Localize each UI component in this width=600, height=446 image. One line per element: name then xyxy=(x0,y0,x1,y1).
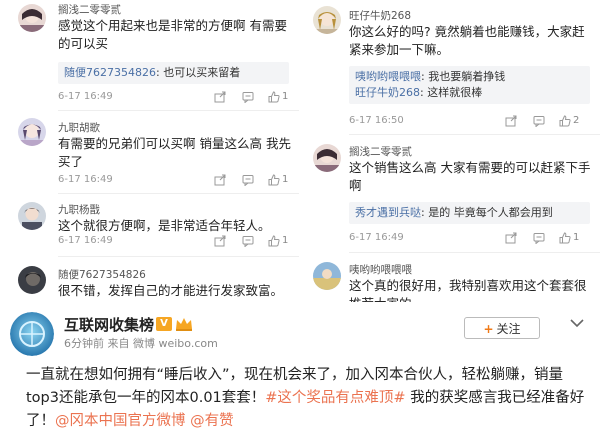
comment-text: 你这么好的吗? 竟然躺着也能赚钱，大家赶紧来参加一下嘛。 xyxy=(349,24,585,57)
comment-username[interactable]: 旺仔牛奶268 xyxy=(349,8,411,23)
comment-time: 6-17 16:49 xyxy=(349,232,404,243)
reply-text: : 是的 毕竟每个人都会用到 xyxy=(421,206,553,219)
reply-username[interactable]: 咦哟哟喂喂喂 xyxy=(355,70,421,83)
avatar[interactable] xyxy=(18,266,46,294)
comment-collage: 搁浅二零零贰 感觉这个用起来也是非常的方便啊 有需要的可以买 随便7627354… xyxy=(0,0,600,302)
chevron-down-icon[interactable] xyxy=(570,318,584,328)
like-count: 1 xyxy=(573,232,580,243)
mention-link[interactable]: @有赞 xyxy=(186,413,234,429)
mention-link[interactable]: @冈本中国官方微博 xyxy=(55,413,186,429)
comment-time: 6-17 16:49 xyxy=(58,91,113,102)
follow-label: 关注 xyxy=(496,322,521,336)
follow-button[interactable]: + 关注 xyxy=(464,317,540,339)
avatar[interactable] xyxy=(18,4,46,32)
comment-time: 6-17 16:50 xyxy=(349,115,404,126)
account-name[interactable]: 互联网收集榜 xyxy=(64,314,154,335)
reply-text: : 这样就很棒 xyxy=(420,86,483,99)
reply-text: : 我也要躺着挣钱 xyxy=(421,70,506,83)
like-count: 1 xyxy=(282,174,289,185)
post-body: 一直就在想如何拥有“睡后收入”，现在机会来了，加入冈本合伙人，轻松躺赚，销量to… xyxy=(26,364,588,433)
comments-column-right: 旺仔牛奶268 你这么好的吗? 竟然躺着也能赚钱，大家赶紧来参加一下嘛。 咦哟哟… xyxy=(301,0,600,302)
comment-reply: 秀才遇到兵哒: 是的 毕竟每个人都会用到 xyxy=(349,202,590,224)
divider xyxy=(58,110,299,111)
like-icon[interactable] xyxy=(268,174,280,186)
avatar[interactable] xyxy=(313,144,341,172)
reply-text: : 也可以买来留着 xyxy=(156,66,241,79)
comment-icon[interactable] xyxy=(533,115,545,127)
share-icon[interactable] xyxy=(214,235,226,247)
avatar[interactable] xyxy=(313,6,341,34)
reply-username[interactable]: 旺仔牛奶268 xyxy=(355,86,420,99)
divider xyxy=(349,252,600,253)
like-icon[interactable] xyxy=(559,115,571,127)
comment-icon[interactable] xyxy=(533,232,545,244)
comment-username[interactable]: 九职胡歌 xyxy=(58,120,100,135)
comment-meta: 6-17 16:49 1 xyxy=(58,174,289,188)
comment-text: 这个真的很好用，我特别喜欢用这个套套很推荐大家的 xyxy=(349,278,587,302)
comment-username[interactable]: 搁浅二零零贰 xyxy=(58,2,121,17)
comment-username[interactable]: 咦哟哟喂喂喂 xyxy=(349,262,412,277)
comment-text: 有需要的兄弟们可以买啊 销量这么高 我先买了 xyxy=(58,136,291,169)
like-count: 2 xyxy=(573,115,580,126)
like-icon[interactable] xyxy=(268,91,280,103)
like-count: 1 xyxy=(282,91,289,102)
divider xyxy=(349,134,600,135)
like-count: 1 xyxy=(282,235,289,246)
comment-username[interactable]: 搁浅二零零贰 xyxy=(349,144,412,159)
avatar[interactable] xyxy=(18,202,46,230)
account-avatar[interactable] xyxy=(10,312,54,356)
comment-text: 这个销售这么高 大家有需要的可以赶紧下手啊 xyxy=(349,160,591,193)
comment-meta: 6-17 16:49 1 xyxy=(349,232,590,246)
comment-text: 这个就很方便啊，是非常适合年轻人。 xyxy=(58,218,271,233)
like-icon[interactable] xyxy=(268,235,280,247)
verified-badge: V xyxy=(156,317,172,331)
share-icon[interactable] xyxy=(505,115,517,127)
comment-icon[interactable] xyxy=(242,174,254,186)
vip-crown-icon xyxy=(176,318,192,331)
share-icon[interactable] xyxy=(505,232,517,244)
divider xyxy=(58,256,299,257)
post-time-source: 6分钟前 来自 微博 weibo.com xyxy=(64,337,218,350)
comment-username[interactable]: 九职杨戬 xyxy=(58,202,100,217)
divider xyxy=(58,193,299,194)
comment-meta: 6-17 16:50 2 xyxy=(349,115,590,129)
comment-reply: 随便7627354826: 也可以买来留着 xyxy=(58,62,289,84)
avatar[interactable] xyxy=(313,262,341,290)
hashtag-link[interactable]: #这个奖品有点难顶# xyxy=(265,390,405,406)
comment-icon[interactable] xyxy=(242,235,254,247)
comment-icon[interactable] xyxy=(242,91,254,103)
comment-time: 6-17 16:49 xyxy=(58,174,113,185)
comments-column-left: 搁浅二零零贰 感觉这个用起来也是非常的方便啊 有需要的可以买 随便7627354… xyxy=(0,0,299,302)
comment-meta: 6-17 16:49 1 xyxy=(58,235,289,249)
comment-text: 感觉这个用起来也是非常的方便啊 有需要的可以买 xyxy=(58,18,287,51)
reply-line: 咦哟哟喂喂喂: 我也要躺着挣钱 xyxy=(355,69,584,85)
share-icon[interactable] xyxy=(214,91,226,103)
comment-meta: 6-17 16:49 1 xyxy=(58,91,289,105)
follow-plus-icon: + xyxy=(483,322,494,336)
comment-reply: 咦哟哟喂喂喂: 我也要躺着挣钱 旺仔牛奶268: 这样就很棒 xyxy=(349,66,590,104)
comment-username[interactable]: 随便7627354826 xyxy=(58,267,146,282)
share-icon[interactable] xyxy=(214,174,226,186)
like-icon[interactable] xyxy=(559,232,571,244)
reply-username[interactable]: 随便7627354826 xyxy=(64,66,156,79)
reply-username[interactable]: 秀才遇到兵哒 xyxy=(355,206,421,219)
reply-line: 旺仔牛奶268: 这样就很棒 xyxy=(355,85,584,101)
avatar[interactable] xyxy=(18,118,46,146)
comment-text: 很不错，发挥自己的才能进行发家致富。 xyxy=(58,283,284,298)
comment-time: 6-17 16:49 xyxy=(58,235,113,246)
